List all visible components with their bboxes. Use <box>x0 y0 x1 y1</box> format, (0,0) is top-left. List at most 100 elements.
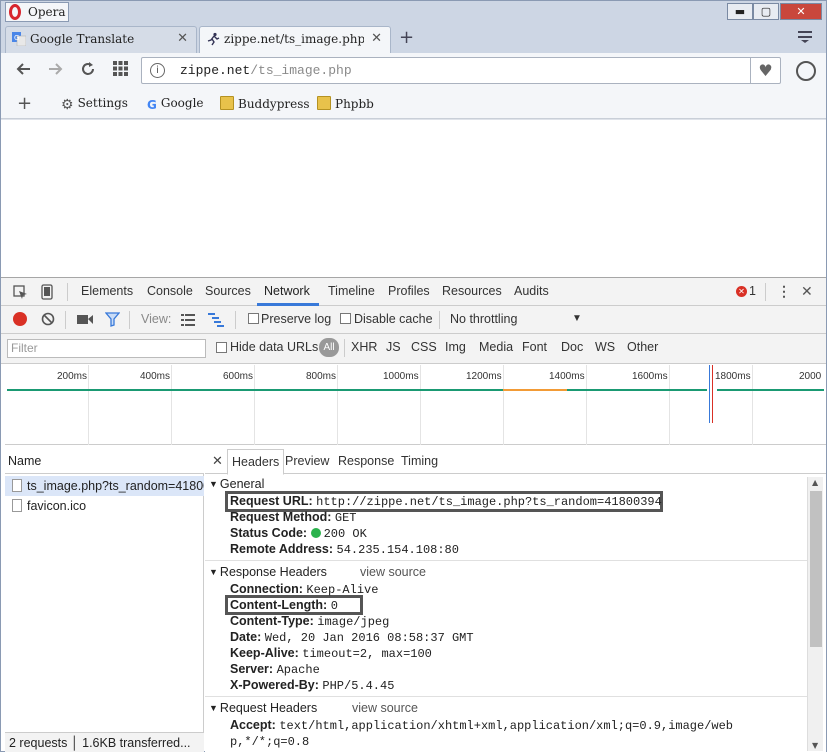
tab-profiles[interactable]: Profiles <box>388 284 430 298</box>
tab-network[interactable]: Network <box>264 284 310 298</box>
tab-console[interactable]: Console <box>147 284 193 298</box>
profile-avatar-icon[interactable] <box>796 61 816 81</box>
header-key: Keep-Alive: <box>230 646 299 660</box>
divider <box>67 283 68 301</box>
filter-media[interactable]: Media <box>479 340 513 354</box>
request-row[interactable]: ts_image.php?ts_random=41800... <box>5 476 204 496</box>
opera-menu-button[interactable]: Opera <box>5 2 69 22</box>
request-name: ts_image.php?ts_random=41800... <box>27 479 204 493</box>
chevron-down-icon[interactable]: ▼ <box>572 313 582 324</box>
inspect-element-icon[interactable] <box>13 285 28 300</box>
tab-zippe[interactable]: zippe.net/ts_image.php? ✕ <box>199 26 391 53</box>
divider <box>235 311 236 329</box>
bookmark-buddypress[interactable]: Buddypress <box>220 96 310 111</box>
details-scrollbar[interactable]: ▲ ▼ <box>807 477 823 751</box>
general-section-toggle[interactable]: ▼ General <box>209 477 264 491</box>
view-source-link[interactable]: view source <box>360 565 426 579</box>
header-value: Apache <box>276 663 320 677</box>
tab-response[interactable]: Response <box>338 454 394 468</box>
scroll-up-arrow-icon[interactable]: ▲ <box>812 478 818 487</box>
record-icon[interactable] <box>13 312 27 326</box>
minimize-button[interactable]: ▬ <box>727 3 753 20</box>
tab-timing[interactable]: Timing <box>401 454 438 468</box>
reload-icon[interactable] <box>80 61 96 77</box>
filter-input[interactable]: Filter <box>7 339 206 358</box>
bookmark-phpbb[interactable]: Phpbb <box>317 96 374 111</box>
request-header-row-continued: p,*/*;q=0.8 <box>230 734 309 749</box>
bookmark-settings[interactable]: ⚙ Settings <box>61 96 128 113</box>
caret-down-icon: ▼ <box>209 479 218 489</box>
filter-xhr[interactable]: XHR <box>351 340 377 354</box>
url-host: zippe.net <box>180 63 251 78</box>
error-count[interactable]: 1 <box>749 284 756 298</box>
address-bar[interactable]: i zippe.net/ts_image.php ♥ <box>141 57 781 84</box>
address-url: zippe.net/ts_image.php <box>180 63 352 78</box>
close-tab-icon[interactable]: ✕ <box>371 31 382 46</box>
request-list: Name ts_image.php?ts_random=41800... fav… <box>5 446 204 752</box>
hide-data-urls-checkbox[interactable] <box>216 342 227 353</box>
file-icon <box>12 479 22 492</box>
tick-label: 400ms <box>140 371 171 382</box>
bookmark-heart-icon[interactable]: ♥ <box>750 58 780 83</box>
header-value: Keep-Alive <box>306 583 379 597</box>
filter-css[interactable]: CSS <box>411 340 437 354</box>
tab-timeline[interactable]: Timeline <box>328 284 375 298</box>
filter-doc[interactable]: Doc <box>561 340 583 354</box>
speed-dial-grid-icon[interactable] <box>113 61 128 76</box>
tab-preview[interactable]: Preview <box>285 454 329 468</box>
filter-img[interactable]: Img <box>445 340 466 354</box>
clear-icon[interactable] <box>41 312 55 326</box>
disable-cache-checkbox[interactable] <box>340 313 351 324</box>
more-options-icon[interactable]: ⋮ <box>777 283 791 300</box>
filter-other[interactable]: Other <box>627 340 658 354</box>
preserve-log-checkbox[interactable] <box>248 313 259 324</box>
name-column-header[interactable]: Name <box>5 446 204 474</box>
site-info-icon[interactable]: i <box>150 63 165 78</box>
back-arrow-icon[interactable] <box>16 61 32 77</box>
request-bar-waiting <box>503 389 567 391</box>
tick-label: 600ms <box>223 371 254 382</box>
scroll-down-arrow-icon[interactable]: ▼ <box>812 741 818 750</box>
filter-funnel-icon[interactable] <box>105 312 120 327</box>
timeline-overview[interactable]: 200ms 400ms 600ms 800ms 1000ms 1200ms 14… <box>5 365 826 445</box>
grid-line <box>337 365 338 445</box>
device-mode-icon[interactable] <box>41 284 53 300</box>
view-source-link[interactable]: view source <box>352 701 418 715</box>
tab-audits[interactable]: Audits <box>514 284 549 298</box>
tab-sources[interactable]: Sources <box>205 284 251 298</box>
tab-resources[interactable]: Resources <box>442 284 502 298</box>
tab-elements[interactable]: Elements <box>81 284 133 298</box>
new-tab-button[interactable]: + <box>399 27 414 48</box>
close-tab-icon[interactable]: ✕ <box>177 31 188 46</box>
filter-js[interactable]: JS <box>386 340 401 354</box>
request-headers-toggle[interactable]: ▼ Request Headers <box>209 701 317 715</box>
close-devtools-icon[interactable]: ✕ <box>801 283 813 300</box>
scrollbar-thumb[interactable] <box>810 491 822 647</box>
close-window-button[interactable]: ✕ <box>780 3 822 20</box>
request-row[interactable]: favicon.ico <box>5 496 204 516</box>
divider <box>765 283 766 301</box>
close-details-icon[interactable]: ✕ <box>212 453 223 469</box>
tab-google-translate[interactable]: G Google Translate ✕ <box>5 26 197 53</box>
tab-label: Google Translate <box>30 32 135 46</box>
filter-ws[interactable]: WS <box>595 340 615 354</box>
tab-headers[interactable]: Headers <box>227 449 285 475</box>
bookmark-google[interactable]: G Google <box>147 96 204 112</box>
maximize-button[interactable]: ▢ <box>753 3 779 20</box>
error-icon[interactable]: ✕ <box>736 286 747 297</box>
grid-line <box>88 365 89 445</box>
throttling-select[interactable]: No throttling <box>450 312 517 326</box>
tick-label: 200ms <box>57 371 88 382</box>
response-headers-toggle[interactable]: ▼ Response Headers <box>209 565 327 579</box>
devtools-panel: Elements Console Sources Network Timelin… <box>1 277 826 752</box>
forward-arrow-icon[interactable] <box>47 61 63 77</box>
status-code-row: Status Code: 200 OK <box>230 526 367 541</box>
tab-menu-icon[interactable] <box>798 31 812 43</box>
filter-font[interactable]: Font <box>522 340 547 354</box>
large-rows-icon[interactable] <box>181 314 195 326</box>
filter-all-button[interactable]: All <box>319 338 339 357</box>
camera-capture-icon[interactable] <box>77 314 93 325</box>
add-bookmark-button[interactable]: + <box>17 93 32 114</box>
folder-icon <box>317 96 331 110</box>
waterfall-icon[interactable] <box>208 313 224 327</box>
